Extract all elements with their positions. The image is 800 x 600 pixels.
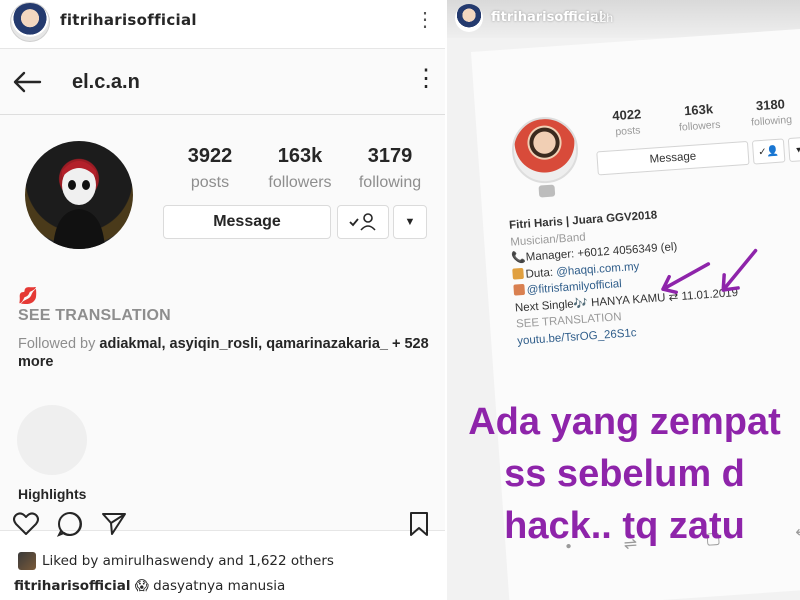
overlay-line: ss sebelum d — [504, 453, 745, 495]
stat-label: following — [750, 113, 793, 129]
following-stat[interactable]: 3179 following — [350, 145, 430, 192]
likes-text: Liked by amirulhaswendy and 1,622 others — [42, 553, 334, 569]
stat-number: 163k — [277, 145, 323, 167]
user-check-icon — [349, 213, 376, 231]
followed-by-prefix: Followed by — [18, 336, 100, 352]
post-username[interactable]: fitriharisofficial — [60, 11, 197, 29]
stat-label: posts — [190, 174, 230, 191]
profile-username: el.c.a.n — [72, 71, 140, 93]
followers-stat: 163k followers — [665, 100, 733, 135]
purple-arrows-drawing — [661, 248, 758, 295]
back-arrow-icon — [13, 71, 42, 93]
stat-number: 3180 — [755, 96, 786, 114]
overlay-line: hack.. tq zatu — [504, 505, 745, 547]
bio-duta-prefix: Duta: — [525, 266, 557, 281]
profile-top-bar: el.c.a.n ⋮ — [0, 49, 445, 115]
chevron-down-icon: ▼ — [787, 136, 800, 163]
video-icon — [538, 184, 556, 198]
story-time: 12h — [593, 11, 614, 25]
bookmark-icon[interactable] — [405, 510, 433, 538]
profile-avatar — [25, 141, 133, 249]
story-avatar[interactable] — [455, 4, 483, 32]
following-stat: 3180 following — [737, 95, 800, 130]
post-actions — [0, 510, 445, 542]
followed-by-names: adiakmal, asyiqin_rosli, qamarinazakaria… — [99, 336, 388, 352]
likes-summary[interactable]: Liked by amirulhaswendy and 1,622 others — [18, 552, 334, 570]
phone-message-button: Message — [596, 140, 750, 176]
phone-profile-stats: 4022 posts 163k followers 3180 following — [593, 95, 800, 140]
caption-text: 😱 dasyatnya manusia — [134, 578, 286, 594]
liker-avatar — [18, 552, 36, 570]
message-button[interactable]: Message — [163, 205, 331, 239]
stat-label: followers — [678, 118, 721, 134]
stat-number: 163k — [683, 101, 714, 119]
more-vertical-icon: ⋮ — [414, 65, 438, 92]
user-check-icon: ✓👤 — [751, 138, 786, 165]
family-icon — [513, 283, 526, 296]
story-frame: fitriharisofficial 12h 4022 posts 163k f… — [445, 0, 800, 600]
posts-stat[interactable]: 3922 posts — [170, 145, 250, 192]
story-username[interactable]: fitriharisofficial — [491, 10, 603, 25]
masked-person-icon — [53, 161, 105, 249]
ambassador-icon — [512, 267, 524, 280]
post-image-profile-screenshot: el.c.a.n ⋮ 3922 posts 163k followers 317… — [0, 48, 445, 531]
post-caption: fitriharisofficial 😱 dasyatnya manusia — [14, 578, 285, 594]
phone-icon: 📞 — [511, 251, 527, 265]
posts-stat: 4022 posts — [593, 105, 661, 140]
profile-stats: 3922 posts 163k followers 3179 following — [170, 145, 430, 192]
heart-icon[interactable] — [12, 510, 40, 538]
story-overlay-text: Ada yang zempat ss sebelum d hack.. tq z… — [447, 396, 800, 552]
bio-emoji: 💋 — [18, 288, 38, 305]
share-icon[interactable] — [100, 510, 128, 538]
highlights-label: Highlights — [18, 486, 87, 502]
stat-label: posts — [614, 124, 641, 139]
feed-post: fitriharisofficial ⋮ el.c.a.n ⋮ 3922 pos… — [0, 0, 445, 600]
stat-number: 3922 — [187, 145, 233, 167]
followed-by-text[interactable]: Followed by adiakmal, asyiqin_rosli, qam… — [18, 335, 438, 371]
chevron-down-icon[interactable]: ▼ — [393, 205, 427, 239]
stat-label: followers — [268, 174, 332, 191]
following-button[interactable] — [337, 205, 389, 239]
post-avatar[interactable] — [10, 2, 50, 42]
phone-profile-avatar — [509, 114, 581, 186]
stat-label: following — [358, 174, 422, 191]
followers-stat[interactable]: 163k followers — [260, 145, 340, 192]
highlight-placeholder[interactable] — [17, 405, 87, 475]
post-header: fitriharisofficial ⋮ — [0, 0, 445, 48]
stat-number: 3179 — [367, 145, 413, 167]
caption-username[interactable]: fitriharisofficial — [14, 578, 130, 594]
stat-number: 4022 — [611, 106, 642, 124]
see-translation-link[interactable]: SEE TRANSLATION — [18, 307, 171, 325]
comment-icon[interactable] — [56, 510, 84, 538]
more-vertical-icon[interactable]: ⋮ — [415, 10, 435, 30]
overlay-line: Ada yang zempat — [468, 401, 781, 443]
